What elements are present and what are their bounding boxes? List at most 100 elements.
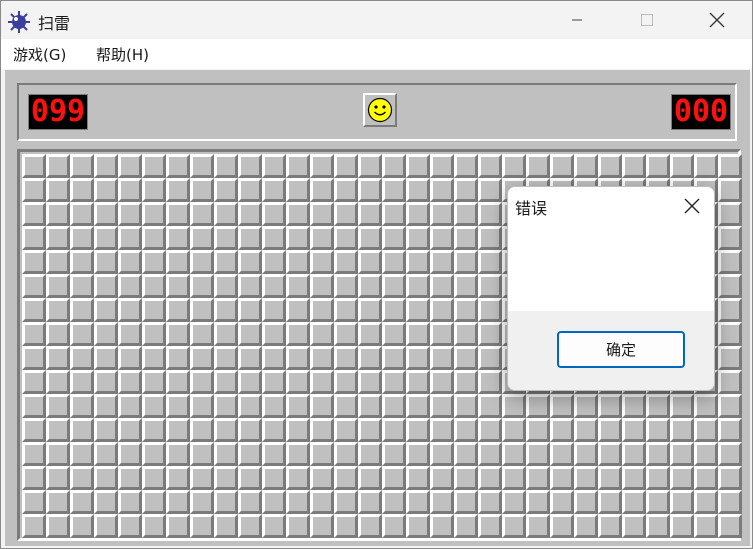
mine-cell[interactable] bbox=[22, 346, 46, 370]
mine-cell[interactable] bbox=[526, 394, 550, 418]
mine-cell[interactable] bbox=[718, 346, 742, 370]
mine-cell[interactable] bbox=[622, 514, 646, 538]
mine-cell[interactable] bbox=[382, 202, 406, 226]
mine-cell[interactable] bbox=[142, 274, 166, 298]
mine-cell[interactable] bbox=[526, 418, 550, 442]
mine-cell[interactable] bbox=[286, 202, 310, 226]
mine-cell[interactable] bbox=[142, 250, 166, 274]
mine-cell[interactable] bbox=[454, 178, 478, 202]
mine-cell[interactable] bbox=[694, 442, 718, 466]
mine-cell[interactable] bbox=[310, 250, 334, 274]
mine-cell[interactable] bbox=[382, 250, 406, 274]
mine-cell[interactable] bbox=[382, 178, 406, 202]
mine-cell[interactable] bbox=[142, 226, 166, 250]
mine-cell[interactable] bbox=[718, 370, 742, 394]
mine-cell[interactable] bbox=[526, 154, 550, 178]
mine-cell[interactable] bbox=[550, 514, 574, 538]
mine-cell[interactable] bbox=[190, 250, 214, 274]
mine-cell[interactable] bbox=[94, 490, 118, 514]
mine-cell[interactable] bbox=[190, 346, 214, 370]
mine-cell[interactable] bbox=[214, 322, 238, 346]
maximize-button[interactable] bbox=[624, 1, 670, 39]
mine-cell[interactable] bbox=[478, 274, 502, 298]
mine-cell[interactable] bbox=[694, 154, 718, 178]
dialog-close-button[interactable] bbox=[672, 187, 712, 225]
mine-cell[interactable] bbox=[190, 466, 214, 490]
mine-cell[interactable] bbox=[310, 370, 334, 394]
mine-cell[interactable] bbox=[262, 442, 286, 466]
mine-cell[interactable] bbox=[190, 322, 214, 346]
mine-cell[interactable] bbox=[382, 514, 406, 538]
mine-cell[interactable] bbox=[262, 322, 286, 346]
mine-cell[interactable] bbox=[358, 394, 382, 418]
mine-cell[interactable] bbox=[334, 418, 358, 442]
mine-cell[interactable] bbox=[94, 418, 118, 442]
mine-cell[interactable] bbox=[454, 490, 478, 514]
mine-cell[interactable] bbox=[358, 490, 382, 514]
mine-cell[interactable] bbox=[406, 322, 430, 346]
mine-cell[interactable] bbox=[142, 490, 166, 514]
mine-cell[interactable] bbox=[118, 178, 142, 202]
mine-cell[interactable] bbox=[310, 442, 334, 466]
mine-cell[interactable] bbox=[94, 178, 118, 202]
mine-cell[interactable] bbox=[94, 442, 118, 466]
mine-cell[interactable] bbox=[718, 466, 742, 490]
menu-help[interactable]: 帮助(H) bbox=[96, 44, 149, 65]
mine-cell[interactable] bbox=[598, 442, 622, 466]
mine-cell[interactable] bbox=[574, 442, 598, 466]
mine-cell[interactable] bbox=[406, 154, 430, 178]
mine-cell[interactable] bbox=[430, 298, 454, 322]
mine-cell[interactable] bbox=[286, 178, 310, 202]
mine-cell[interactable] bbox=[166, 490, 190, 514]
mine-cell[interactable] bbox=[286, 514, 310, 538]
mine-cell[interactable] bbox=[22, 394, 46, 418]
mine-cell[interactable] bbox=[646, 154, 670, 178]
mine-cell[interactable] bbox=[526, 514, 550, 538]
mine-cell[interactable] bbox=[574, 418, 598, 442]
mine-cell[interactable] bbox=[262, 274, 286, 298]
mine-cell[interactable] bbox=[358, 154, 382, 178]
mine-cell[interactable] bbox=[622, 490, 646, 514]
mine-cell[interactable] bbox=[622, 466, 646, 490]
mine-cell[interactable] bbox=[70, 490, 94, 514]
mine-cell[interactable] bbox=[214, 154, 238, 178]
mine-cell[interactable] bbox=[478, 298, 502, 322]
mine-cell[interactable] bbox=[262, 466, 286, 490]
mine-cell[interactable] bbox=[478, 202, 502, 226]
mine-cell[interactable] bbox=[358, 466, 382, 490]
mine-cell[interactable] bbox=[430, 442, 454, 466]
mine-cell[interactable] bbox=[406, 418, 430, 442]
mine-cell[interactable] bbox=[94, 274, 118, 298]
mine-cell[interactable] bbox=[46, 466, 70, 490]
mine-cell[interactable] bbox=[142, 202, 166, 226]
mine-cell[interactable] bbox=[430, 490, 454, 514]
mine-cell[interactable] bbox=[406, 442, 430, 466]
menu-game[interactable]: 游戏(G) bbox=[13, 44, 66, 65]
mine-cell[interactable] bbox=[46, 346, 70, 370]
mine-cell[interactable] bbox=[94, 298, 118, 322]
mine-cell[interactable] bbox=[382, 370, 406, 394]
mine-cell[interactable] bbox=[718, 178, 742, 202]
mine-cell[interactable] bbox=[478, 490, 502, 514]
mine-cell[interactable] bbox=[142, 418, 166, 442]
mine-cell[interactable] bbox=[670, 394, 694, 418]
mine-cell[interactable] bbox=[166, 370, 190, 394]
mine-cell[interactable] bbox=[70, 154, 94, 178]
mine-cell[interactable] bbox=[550, 418, 574, 442]
mine-cell[interactable] bbox=[502, 154, 526, 178]
mine-cell[interactable] bbox=[70, 442, 94, 466]
mine-cell[interactable] bbox=[550, 394, 574, 418]
mine-cell[interactable] bbox=[430, 250, 454, 274]
mine-cell[interactable] bbox=[238, 370, 262, 394]
mine-cell[interactable] bbox=[310, 202, 334, 226]
title-bar[interactable]: 扫雷 bbox=[1, 1, 752, 39]
mine-cell[interactable] bbox=[142, 514, 166, 538]
mine-cell[interactable] bbox=[262, 370, 286, 394]
mine-cell[interactable] bbox=[190, 490, 214, 514]
mine-cell[interactable] bbox=[622, 154, 646, 178]
mine-cell[interactable] bbox=[718, 394, 742, 418]
mine-cell[interactable] bbox=[478, 346, 502, 370]
mine-cell[interactable] bbox=[166, 322, 190, 346]
mine-cell[interactable] bbox=[310, 154, 334, 178]
mine-cell[interactable] bbox=[46, 298, 70, 322]
